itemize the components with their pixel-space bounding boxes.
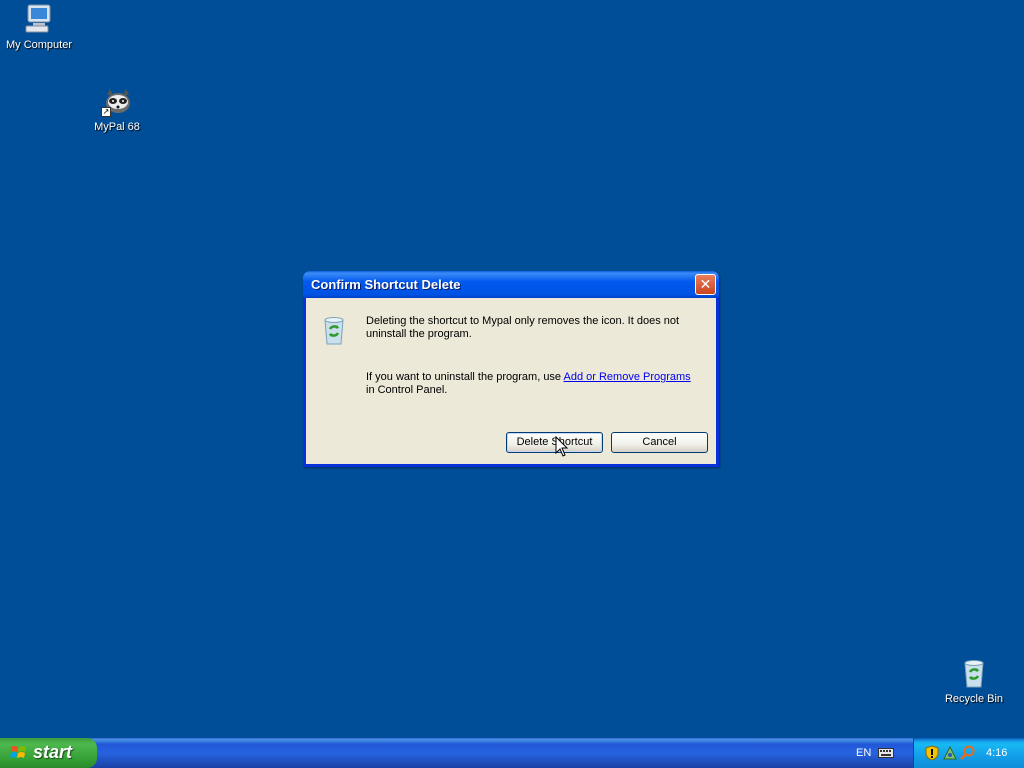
desktop-icon-mypal[interactable]: ↗ MyPal 68 — [77, 85, 157, 133]
security-shield-icon[interactable] — [924, 745, 940, 761]
message-prefix: If you want to uninstall the program, us… — [366, 371, 564, 383]
recycle-bin-icon — [318, 314, 350, 346]
dialog-body: Deleting the shortcut to Mypal only remo… — [306, 298, 716, 464]
shortcut-arrow-icon: ↗ — [101, 107, 111, 117]
recycle-bin-icon — [958, 657, 990, 689]
dialog-message-2: If you want to uninstall the program, us… — [366, 371, 696, 397]
keyboard-icon[interactable] — [878, 747, 894, 759]
close-button[interactable]: ✕ — [695, 274, 716, 295]
language-indicator[interactable]: EN — [856, 747, 871, 759]
dialog-title: Confirm Shortcut Delete — [311, 277, 461, 292]
start-label: start — [33, 742, 73, 762]
desktop[interactable]: My Computer ↗ MyPal 68 Recycle Bin Confi… — [0, 0, 1024, 738]
dialog-titlebar[interactable]: Confirm Shortcut Delete ✕ — [303, 271, 719, 298]
add-remove-programs-link[interactable]: Add or Remove Programs — [564, 371, 691, 383]
clock[interactable]: 4:16 — [986, 747, 1007, 759]
my-computer-icon — [23, 3, 55, 35]
search-icon[interactable] — [960, 745, 976, 761]
desktop-icon-label: My Computer — [5, 39, 73, 51]
desktop-icon-label: MyPal 68 — [94, 121, 140, 133]
mypal-icon: ↗ — [101, 85, 133, 117]
mouse-cursor-icon — [555, 435, 569, 458]
dialog-message-1: Deleting the shortcut to Mypal only remo… — [366, 315, 680, 340]
desktop-icon-my-computer[interactable]: My Computer — [0, 3, 79, 51]
taskbar: start EN 4:16 — [0, 738, 1024, 768]
cancel-button[interactable]: Cancel — [611, 432, 708, 453]
start-button[interactable]: start — [0, 738, 97, 768]
desktop-icon-recycle-bin[interactable]: Recycle Bin — [934, 657, 1014, 705]
desktop-icon-label: Recycle Bin — [944, 693, 1004, 705]
network-icon[interactable] — [942, 745, 958, 761]
message-suffix: in Control Panel. — [366, 384, 448, 396]
confirm-dialog: Confirm Shortcut Delete ✕ Deleting the s… — [303, 271, 719, 467]
windows-flag-icon — [10, 745, 27, 761]
system-tray: 4:16 — [913, 738, 1024, 768]
